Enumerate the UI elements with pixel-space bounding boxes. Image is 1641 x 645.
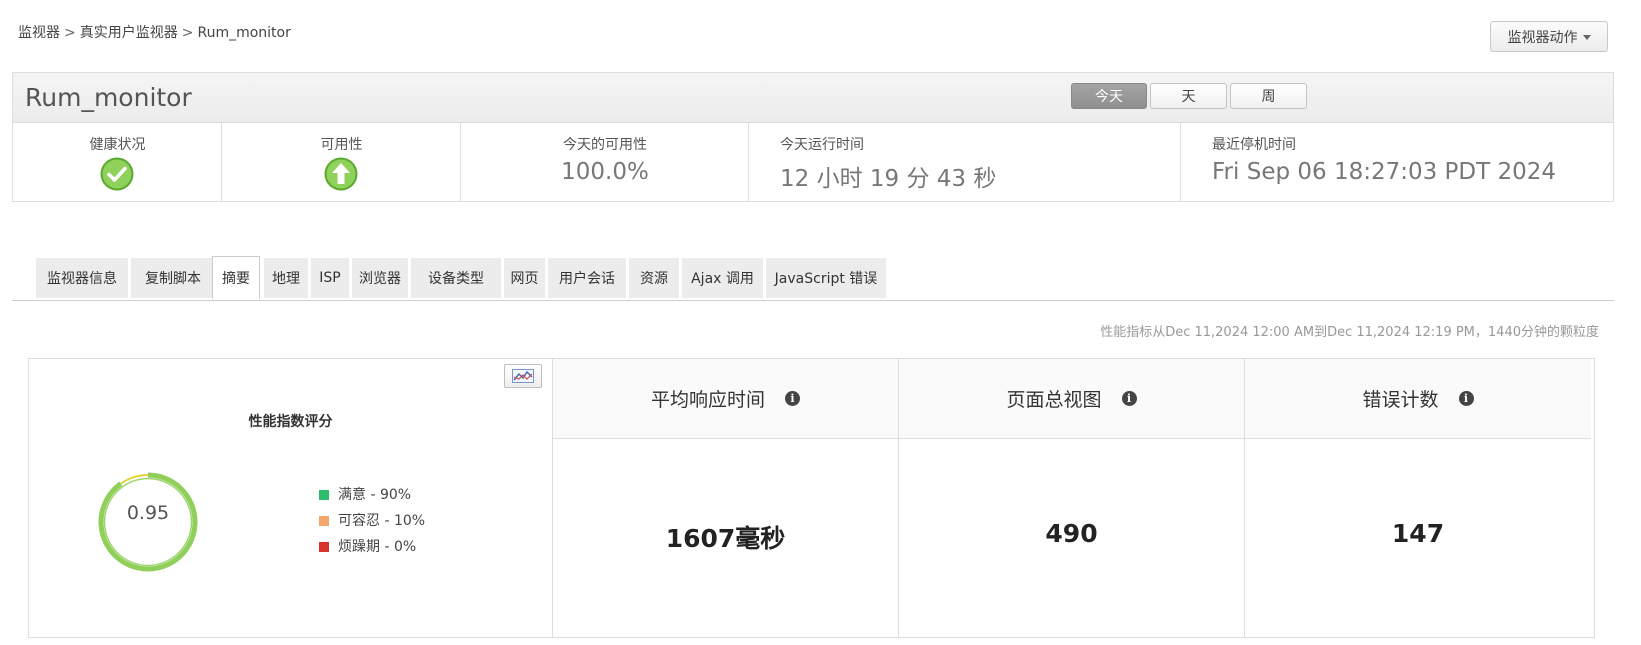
- tab-summary[interactable]: 摘要: [212, 256, 260, 299]
- today-availability-cell: 今天的可用性 100.0%: [461, 122, 749, 202]
- legend-frustrated: 烦躁期 - 0%: [319, 536, 416, 556]
- metric-value: 490: [1045, 519, 1098, 548]
- metric-value: 147: [1391, 519, 1445, 548]
- panel-titlebar: Rum_monitor 今天 天 周: [13, 73, 1613, 123]
- breadcrumb-link-monitors[interactable]: 监视器: [18, 25, 60, 41]
- availability-cell: 可用性: [222, 122, 461, 202]
- uptime-value: 12 小时 19 分 43 秒: [780, 166, 997, 192]
- uptime-cell: 今天运行时间 12 小时 19 分 43 秒: [749, 122, 1181, 202]
- metric-avg-response-time: 平均响应时间 i 1607毫秒: [553, 359, 899, 637]
- legend-swatch-frustrated: [319, 542, 329, 552]
- metric-header: 错误计数 i: [1245, 359, 1591, 439]
- legend-swatch-tolerating: [319, 516, 329, 526]
- today-availability-value: 100.0%: [561, 159, 649, 185]
- metric-page-views: 页面总视图 i 490: [899, 359, 1245, 637]
- metric-label: 平均响应时间: [650, 389, 765, 411]
- availability-label: 可用性: [320, 137, 363, 153]
- tab-monitor-info[interactable]: 监视器信息: [36, 258, 128, 298]
- apdex-score: 0.95: [126, 502, 170, 524]
- today-availability-label: 今天的可用性: [563, 137, 647, 153]
- summary-panel: 性能指数评分 0.95 满意 - 90% 可容忍 - 10% 烦躁期 - 0% …: [28, 358, 1595, 638]
- caret-down-icon: [1582, 35, 1591, 40]
- info-icon[interactable]: i: [785, 391, 800, 406]
- metrics-range-note: 性能指标从Dec 11,2024 12:00 AM到Dec 11,2024 12…: [1100, 325, 1599, 340]
- metric-value: 1607毫秒: [665, 524, 786, 553]
- monitor-actions-label: 监视器动作: [1507, 29, 1578, 46]
- health-cell: 健康状况: [13, 122, 222, 202]
- chart-toggle-icon: [512, 369, 534, 383]
- legend-swatch-satisfied: [319, 490, 329, 500]
- breadcrumb-separator: >: [181, 25, 194, 41]
- uptime-label: 今天运行时间: [780, 137, 864, 153]
- tab-isp[interactable]: ISP: [311, 258, 349, 298]
- tab-ajax-calls[interactable]: Ajax 调用: [682, 258, 763, 298]
- last-downtime-label: 最近停机时间: [1212, 137, 1296, 153]
- breadcrumb-link-rum-monitors[interactable]: 真实用户监视器: [80, 25, 178, 41]
- info-icon[interactable]: i: [1121, 391, 1137, 406]
- metric-label: 页面总视图: [1006, 389, 1102, 411]
- apdex-widget: 性能指数评分 0.95 满意 - 90% 可容忍 - 10% 烦躁期 - 0%: [29, 359, 553, 637]
- tab-device-type[interactable]: 设备类型: [411, 258, 501, 298]
- legend-tolerating: 可容忍 - 10%: [319, 510, 425, 530]
- up-arrow-circle-icon: [324, 157, 358, 191]
- tab-browser[interactable]: 浏览器: [352, 258, 408, 298]
- monitor-overview-panel: Rum_monitor 今天 天 周 健康状况 可用性 今天的可用性 100.0…: [12, 72, 1614, 202]
- chart-toggle-button[interactable]: [504, 364, 542, 388]
- legend-satisfied: 满意 - 90%: [319, 484, 411, 504]
- monitor-actions-button[interactable]: 监视器动作: [1490, 21, 1608, 52]
- breadcrumb: 监视器 > 真实用户监视器 > Rum_monitor: [18, 22, 291, 42]
- check-circle-icon: [100, 157, 134, 191]
- metric-label: 错误计数: [1362, 389, 1439, 411]
- health-label: 健康状况: [89, 137, 146, 153]
- metric-header: 平均响应时间 i: [553, 359, 898, 439]
- tab-web-pages[interactable]: 网页: [504, 258, 545, 298]
- tab-geo[interactable]: 地理: [264, 258, 308, 298]
- metric-header: 页面总视图 i: [899, 359, 1244, 439]
- breadcrumb-separator: >: [64, 25, 76, 41]
- tab-javascript-errors[interactable]: JavaScript 错误: [766, 258, 886, 298]
- metric-error-count: 错误计数 i 147: [1245, 359, 1591, 637]
- period-week-button[interactable]: 周: [1230, 83, 1307, 109]
- last-downtime-cell: 最近停机时间 Fri Sep 06 18:27:03 PDT 2024: [1181, 122, 1613, 202]
- info-icon[interactable]: i: [1458, 391, 1474, 406]
- tab-copy-script[interactable]: 复制脚本: [131, 258, 215, 298]
- tab-strip: 监视器信息 复制脚本 摘要 地理 ISP 浏览器 设备类型 网页 用户会话 资源…: [12, 256, 1614, 301]
- apdex-title: 性能指数评分: [248, 414, 333, 430]
- monitor-title: Rum_monitor: [25, 83, 192, 112]
- breadcrumb-current: Rum_monitor: [197, 25, 291, 41]
- tab-resources[interactable]: 资源: [629, 258, 679, 298]
- period-today-button[interactable]: 今天: [1071, 83, 1147, 109]
- tab-user-sessions[interactable]: 用户会话: [548, 258, 626, 298]
- last-downtime-value: Fri Sep 06 18:27:03 PDT 2024: [1212, 159, 1557, 185]
- period-day-button[interactable]: 天: [1150, 83, 1227, 109]
